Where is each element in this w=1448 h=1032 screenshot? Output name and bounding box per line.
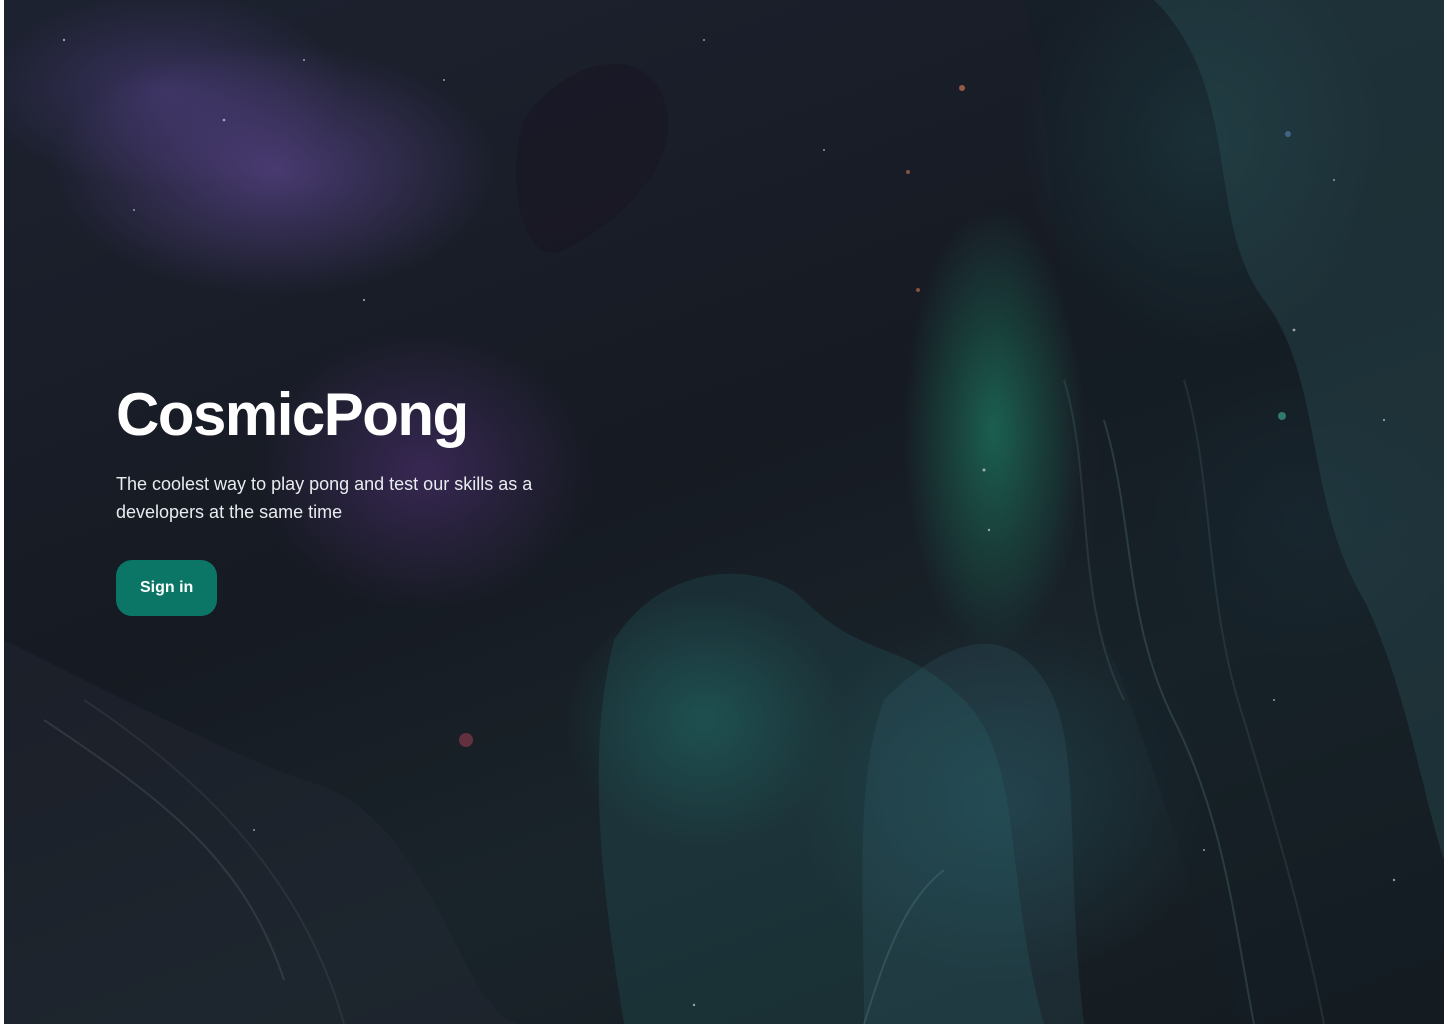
sign-in-button[interactable]: Sign in — [116, 560, 218, 616]
app-tagline: The coolest way to play pong and test ou… — [116, 474, 533, 522]
page-frame: CosmicPong The coolest way to play pong … — [4, 0, 1444, 1024]
app-title: CosmicPong — [116, 381, 469, 448]
hero-section: CosmicPong The coolest way to play pong … — [116, 380, 596, 616]
